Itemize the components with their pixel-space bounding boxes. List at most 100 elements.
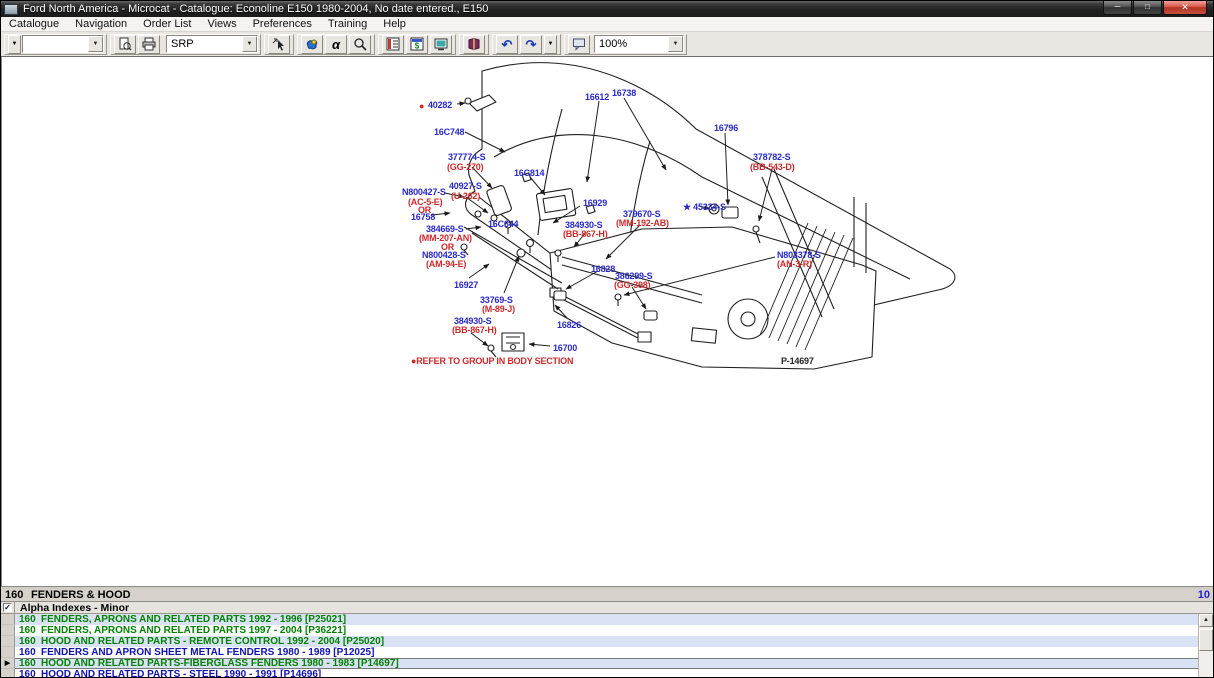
print-button[interactable] bbox=[138, 35, 160, 54]
filter-header: ✓ Alpha Indexes - Minor bbox=[1, 602, 1213, 614]
part-label[interactable]: 16738 bbox=[612, 88, 636, 98]
part-label: (MM-192-AB) bbox=[616, 218, 669, 228]
part-label[interactable]: ★ 45334-S bbox=[683, 202, 726, 213]
part-label[interactable]: 16929 bbox=[583, 198, 607, 208]
part-label: (BB-867-H) bbox=[452, 325, 497, 335]
section-header: 160 FENDERS & HOOD 10 bbox=[1, 589, 1213, 602]
redo-button[interactable]: ↷ bbox=[520, 35, 542, 54]
part-label[interactable]: 16C748 bbox=[434, 127, 464, 137]
part-label[interactable]: 16796 bbox=[714, 123, 738, 133]
application-window: Ford North America - Microcat - Catalogu… bbox=[0, 0, 1214, 678]
section-count: 10 bbox=[1198, 589, 1210, 602]
index-rows: 160FENDERS, APRONS AND RELATED PARTS 199… bbox=[1, 614, 1200, 678]
graphic-view-button[interactable] bbox=[430, 35, 452, 54]
part-label: (AM-94-E) bbox=[426, 259, 466, 269]
grid-scrollbar[interactable]: ▲ bbox=[1198, 614, 1213, 678]
menu-help[interactable]: Help bbox=[375, 17, 414, 31]
row-section-code: 160 bbox=[15, 658, 41, 669]
printer-icon bbox=[142, 37, 156, 51]
vehicle-combo[interactable]: ▼ bbox=[22, 35, 104, 53]
print-preview-button[interactable] bbox=[114, 35, 136, 54]
minimize-button[interactable]: ─ bbox=[1103, 1, 1132, 15]
part-label[interactable]: 16826 bbox=[557, 320, 581, 330]
row-description: HOOD AND RELATED PARTS - STEEL 1990 - 19… bbox=[41, 669, 321, 678]
part-label[interactable]: 40282 bbox=[428, 100, 452, 110]
catalogue-book-button[interactable] bbox=[463, 35, 485, 54]
scroll-thumb[interactable] bbox=[1199, 629, 1213, 651]
part-label: ●REFER TO GROUP IN BODY SECTION bbox=[411, 356, 573, 366]
section-code: 160 bbox=[5, 589, 23, 602]
row-section-code: 160 bbox=[15, 636, 41, 647]
price-panel-icon: $ bbox=[410, 37, 424, 51]
app-icon bbox=[4, 4, 18, 15]
part-label[interactable]: 378782-S bbox=[753, 152, 790, 162]
speech-bubble-icon bbox=[572, 37, 586, 51]
notes-button[interactable] bbox=[568, 35, 590, 54]
graphic-index-button[interactable] bbox=[301, 35, 323, 54]
part-label: (AN-3-R) bbox=[777, 259, 812, 269]
row-header-cell bbox=[1, 636, 15, 647]
price-type-combo[interactable]: SRP ▼ bbox=[166, 35, 258, 53]
list-item[interactable]: 160HOOD AND RELATED PARTS - STEEL 1990 -… bbox=[1, 669, 1200, 678]
price-view-button[interactable]: $ bbox=[406, 35, 428, 54]
history-dropdown-button[interactable]: ▼ bbox=[8, 35, 21, 54]
section-title: FENDERS & HOOD bbox=[31, 589, 131, 602]
part-label[interactable]: 16C814 bbox=[514, 168, 544, 178]
chevron-down-icon[interactable]: ▼ bbox=[88, 36, 103, 52]
alpha-index-checkbox[interactable]: ✓ bbox=[3, 603, 12, 612]
list-item[interactable]: 160HOOD AND RELATED PARTS - REMOTE CONTR… bbox=[1, 636, 1200, 647]
redo-history-dropdown[interactable]: ▼ bbox=[544, 35, 557, 54]
part-label: ● bbox=[419, 101, 424, 111]
list-item[interactable]: 160FENDERS AND APRON SHEET METAL FENDERS… bbox=[1, 647, 1200, 658]
maximize-button[interactable]: □ bbox=[1133, 1, 1162, 15]
row-description: FENDERS, APRONS AND RELATED PARTS 1992 -… bbox=[41, 614, 346, 625]
part-label: P-14697 bbox=[781, 356, 814, 366]
scroll-up-icon[interactable]: ▲ bbox=[1199, 614, 1213, 627]
menu-preferences[interactable]: Preferences bbox=[245, 17, 320, 31]
chevron-down-icon[interactable]: ▼ bbox=[242, 36, 257, 52]
svg-text:$: $ bbox=[415, 42, 420, 51]
graphic-part-icon bbox=[305, 37, 319, 51]
row-section-code: 160 bbox=[15, 669, 41, 678]
alpha-index-button[interactable]: α bbox=[325, 35, 347, 54]
row-description: HOOD AND RELATED PARTS-FIBERGLASS FENDER… bbox=[41, 658, 399, 669]
undo-button[interactable]: ↶ bbox=[496, 35, 518, 54]
part-label[interactable]: 16700 bbox=[553, 343, 577, 353]
print-preview-icon bbox=[118, 37, 132, 51]
part-label[interactable]: N800427-S bbox=[402, 187, 446, 197]
part-label[interactable]: 16927 bbox=[454, 280, 478, 290]
menu-order-list[interactable]: Order List bbox=[135, 17, 199, 31]
row-header-cell bbox=[1, 625, 15, 636]
part-label[interactable]: 16612 bbox=[585, 92, 609, 102]
illustration-panel[interactable]: ● 40282 1661216738 16C748 377774-S(GG-270) 16… bbox=[1, 57, 1214, 586]
part-label[interactable]: 40927-S bbox=[449, 181, 482, 191]
menu-navigation[interactable]: Navigation bbox=[67, 17, 135, 31]
row-header-cell bbox=[1, 669, 15, 678]
menu-training[interactable]: Training bbox=[320, 17, 375, 31]
part-label[interactable]: 16758 bbox=[411, 212, 435, 222]
menu-catalogue[interactable]: Catalogue bbox=[1, 17, 67, 31]
part-label: (BB-543-D) bbox=[750, 162, 795, 172]
part-label[interactable]: 16C644 bbox=[488, 219, 518, 229]
parts-view-button[interactable] bbox=[382, 35, 404, 54]
part-label: (U-262) bbox=[451, 191, 480, 201]
list-item[interactable]: 160FENDERS, APRONS AND RELATED PARTS 199… bbox=[1, 625, 1200, 636]
parts-panel-icon bbox=[386, 37, 400, 51]
zoom-tool-button[interactable] bbox=[349, 35, 371, 54]
row-section-code: 160 bbox=[15, 614, 41, 625]
part-select-pointer-button[interactable] bbox=[268, 35, 290, 54]
screen-panel-icon bbox=[434, 37, 448, 51]
menu-views[interactable]: Views bbox=[199, 17, 244, 31]
chevron-down-icon[interactable]: ▼ bbox=[668, 36, 683, 52]
part-label: (GG-270) bbox=[447, 162, 483, 172]
part-label[interactable]: 377774-S bbox=[448, 152, 485, 162]
row-description: FENDERS AND APRON SHEET METAL FENDERS 19… bbox=[41, 647, 374, 658]
row-description: HOOD AND RELATED PARTS - REMOTE CONTROL … bbox=[41, 636, 384, 647]
list-item[interactable]: ▶160HOOD AND RELATED PARTS-FIBERGLASS FE… bbox=[1, 658, 1200, 669]
part-label[interactable]: 16828 bbox=[591, 264, 615, 274]
title-bar: Ford North America - Microcat - Catalogu… bbox=[1, 1, 1213, 17]
zoom-level-combo[interactable]: 100% ▼ bbox=[594, 35, 684, 53]
list-item[interactable]: 160FENDERS, APRONS AND RELATED PARTS 199… bbox=[1, 614, 1200, 625]
filter-label: Alpha Indexes - Minor bbox=[20, 602, 129, 614]
close-button[interactable]: ✕ bbox=[1163, 1, 1207, 15]
